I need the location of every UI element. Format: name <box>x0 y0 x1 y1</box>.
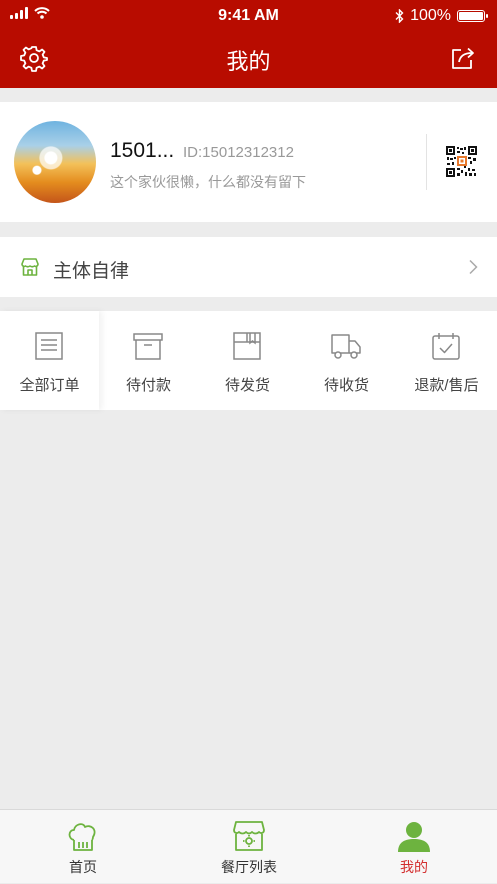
status-right: 100% <box>395 7 488 25</box>
order-all[interactable]: 全部订单 <box>0 311 99 410</box>
order-label: 全部订单 <box>19 377 80 394</box>
user-icon <box>398 822 430 852</box>
tab-restaurants[interactable]: 餐厅列表 <box>166 810 332 884</box>
order-label: 待发货 <box>224 377 270 394</box>
calendar-check-icon <box>432 333 460 360</box>
restaurant-icon <box>233 821 265 851</box>
tab-label: 餐厅列表 <box>221 859 277 875</box>
header-bar: 9:41 AM 100% 我的 <box>0 0 497 88</box>
battery-fill <box>459 12 483 20</box>
order-pending-payment[interactable]: 待付款 <box>99 311 198 410</box>
order-status-bar: 全部订单 待付款 待发货 待收货 退款/售后 <box>0 311 497 410</box>
user-bio: 这个家伙很懒，什么都没有留下 <box>110 174 306 190</box>
avatar[interactable] <box>14 121 96 203</box>
share-icon[interactable] <box>449 44 477 72</box>
battery-icon <box>457 10 488 22</box>
chef-hat-icon <box>68 823 96 851</box>
archive-box-icon <box>133 333 163 360</box>
username: 1501... <box>110 139 175 162</box>
tab-home[interactable]: 首页 <box>0 810 166 884</box>
order-pending-receipt[interactable]: 待收货 <box>297 311 396 410</box>
order-label: 待付款 <box>125 377 171 394</box>
order-label: 待收货 <box>323 377 369 394</box>
tab-bar: 首页 餐厅列表 我的 <box>0 809 497 883</box>
store-icon <box>21 258 39 276</box>
document-icon <box>35 332 63 360</box>
package-icon <box>233 332 261 360</box>
bluetooth-icon <box>395 9 404 23</box>
battery-percent: 100% <box>410 7 451 24</box>
divider <box>426 134 427 190</box>
self-discipline-label: 主体自律 <box>53 261 130 282</box>
order-label: 退款/售后 <box>414 377 479 394</box>
page-title: 我的 <box>226 49 271 74</box>
truck-icon <box>331 334 361 359</box>
user-id: ID:15012312312 <box>183 144 294 161</box>
tab-mine[interactable]: 我的 <box>331 810 497 884</box>
self-discipline-row[interactable]: 主体自律 <box>0 237 497 297</box>
profile-card[interactable]: 1501... ID:15012312312 这个家伙很懒，什么都没有留下 <box>0 102 497 222</box>
status-bar: 9:41 AM 100% <box>0 0 497 32</box>
tab-label: 首页 <box>69 859 97 875</box>
chevron-right-icon <box>469 259 478 275</box>
tab-label: 我的 <box>400 859 428 875</box>
order-refund[interactable]: 退款/售后 <box>397 311 496 410</box>
order-pending-shipment[interactable]: 待发货 <box>198 311 297 410</box>
qr-code-icon[interactable] <box>446 146 477 177</box>
